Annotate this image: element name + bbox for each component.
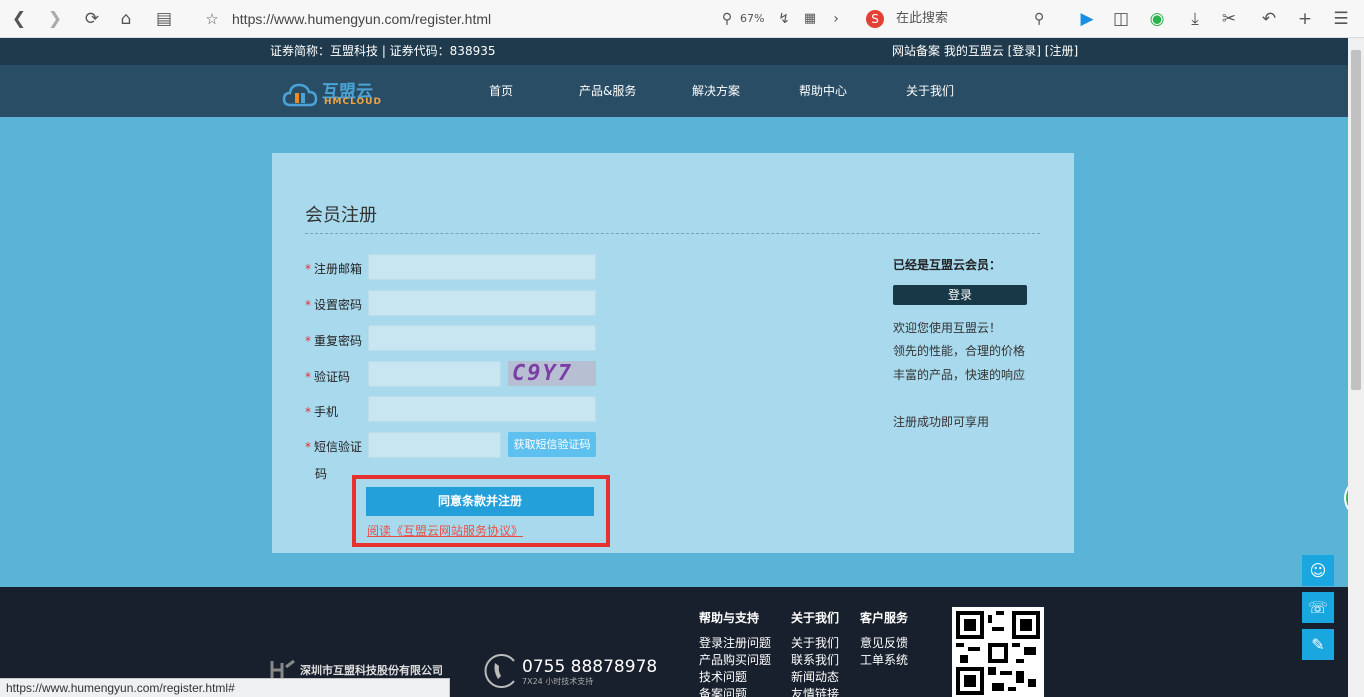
performance-text: 领先的性能，合理的价格: [893, 344, 1026, 358]
reload-icon[interactable]: ⟳: [80, 0, 104, 38]
home-icon[interactable]: ⌂: [114, 0, 138, 38]
required-mark: *: [305, 298, 311, 312]
hmcloud-logo[interactable]: 互盟云 HMCLOUD: [282, 75, 402, 111]
nav-item-products[interactable]: 产品&服务: [579, 65, 636, 117]
required-mark: *: [305, 405, 311, 419]
nav-item-about[interactable]: 关于我们: [906, 65, 954, 117]
password-label: * 设置密码: [305, 296, 362, 313]
nav-item-solutions[interactable]: 解决方案: [692, 65, 740, 117]
search-engine-icon[interactable]: S: [866, 10, 884, 28]
sms-code-field[interactable]: [368, 432, 501, 458]
required-mark: *: [305, 262, 311, 276]
captcha-field[interactable]: [368, 361, 501, 387]
zoom-level[interactable]: 67%: [740, 0, 764, 38]
footer-heading-help: 帮助与支持: [699, 611, 760, 625]
wechat-icon[interactable]: ◉: [1146, 0, 1168, 38]
login-button[interactable]: 登录: [893, 285, 1027, 305]
qr-code: [952, 607, 1044, 697]
forward-icon[interactable]: ❯: [44, 0, 66, 38]
captcha-label: * 验证码: [305, 368, 350, 385]
email-label-text: 注册邮箱: [314, 262, 363, 276]
logo-subtext: HMCLOUD: [324, 97, 382, 107]
success-text: 注册成功即可享用: [893, 415, 990, 429]
qr-icon[interactable]: ▦: [800, 0, 820, 38]
extension-icon[interactable]: ◫: [1110, 0, 1132, 38]
get-sms-code-button[interactable]: 获取短信验证码: [508, 432, 596, 457]
footer-link[interactable]: 登录注册问题: [699, 634, 771, 651]
account-links[interactable]: 网站备案 我的互盟云 [登录] [注册]: [892, 38, 1078, 65]
browser-toolbar: ❮ ❯ ⟳ ⌂ ▤ ☆ https://www.humengyun.com/re…: [0, 0, 1364, 38]
member-title: 已经是互盟云会员：: [893, 258, 1002, 272]
reader-icon[interactable]: ▤: [152, 0, 176, 38]
menu-icon[interactable]: ☰: [1330, 0, 1352, 38]
products-text: 丰富的产品，快速的响应: [893, 368, 1026, 382]
footer-link[interactable]: 备案问题: [699, 685, 747, 697]
required-mark: *: [305, 440, 311, 454]
page-scrollbar[interactable]: [1348, 38, 1364, 697]
search-placeholder: 在此搜索: [896, 11, 949, 26]
headset-icon[interactable]: ☏: [1302, 592, 1334, 623]
captcha-label-text: 验证码: [314, 370, 351, 384]
sms-code-label-wrap: 码: [315, 467, 328, 481]
agree-register-button[interactable]: 同意条款并注册: [366, 487, 594, 516]
status-bar: https://www.humengyun.com/register.html#: [0, 678, 450, 697]
sms-code-label-text: 短信验证: [314, 440, 363, 454]
qr-code-icon: [956, 611, 1040, 695]
sms-code-label: * 短信验证: [305, 438, 362, 455]
download-icon[interactable]: ⤓: [1184, 0, 1206, 38]
footer-link[interactable]: 友情链接: [791, 685, 839, 697]
search-icon[interactable]: ⚲: [1034, 8, 1044, 30]
register-panel: 会员注册 * 注册邮箱 * 设置密码 * 重复密码 * 验证码 C9Y7 * 手机 * 短信…: [272, 153, 1074, 553]
email-field[interactable]: [368, 254, 596, 280]
footer-heading-about: 关于我们: [791, 611, 840, 625]
new-tab-icon[interactable]: +: [1294, 0, 1316, 38]
footer-link[interactable]: 新闻动态: [791, 668, 839, 685]
password-label-text: 设置密码: [314, 298, 363, 312]
email-label: * 注册邮箱: [305, 260, 362, 277]
footer-link[interactable]: 产品购买问题: [699, 651, 771, 668]
captcha-image[interactable]: C9Y7: [508, 361, 596, 386]
footer-link[interactable]: 关于我们: [791, 634, 839, 651]
required-mark: *: [305, 334, 311, 348]
zoom-icon[interactable]: ⚲: [716, 0, 738, 38]
title-divider: [305, 233, 1040, 234]
support-phone: 0755 88878978: [522, 657, 658, 677]
repeat-password-field[interactable]: [368, 325, 596, 351]
nav-item-home[interactable]: 首页: [489, 65, 513, 117]
phone-label-text: 手机: [314, 405, 339, 419]
chevron-right-icon[interactable]: ›: [826, 0, 846, 38]
repeat-password-label: * 重复密码: [305, 332, 362, 349]
welcome-text: 欢迎您使用互盟云！: [893, 321, 1002, 335]
footer-link[interactable]: 技术问题: [699, 668, 747, 685]
main-nav: 互盟云 HMCLOUD 首页 产品&服务 解决方案 帮助中心 关于我们: [0, 65, 1348, 117]
agreement-link[interactable]: 阅读《互盟云网站服务协议》: [367, 522, 523, 539]
support-hours: 7X24 小时技术支持: [522, 677, 594, 686]
bookmark-star-icon[interactable]: ☆: [200, 0, 224, 38]
stock-info: 证券简称：互盟科技 | 证券代码：838935: [270, 44, 496, 58]
lightning-icon[interactable]: ↯: [774, 0, 794, 38]
browser-search-box[interactable]: S 在此搜索 ⚲: [866, 8, 1056, 30]
phone-icon: [484, 654, 515, 688]
scissors-icon[interactable]: ✂: [1218, 0, 1240, 38]
footer-link[interactable]: 意见反馈: [860, 634, 908, 651]
page-title: 会员注册: [305, 205, 377, 226]
phone-label: * 手机: [305, 403, 338, 420]
back-icon[interactable]: ❮: [8, 0, 30, 38]
play-icon[interactable]: ▶: [1076, 0, 1098, 38]
footer-link[interactable]: 工单系统: [860, 651, 908, 668]
nav-item-help[interactable]: 帮助中心: [799, 65, 847, 117]
address-bar[interactable]: https://www.humengyun.com/register.html: [232, 0, 491, 38]
undo-icon[interactable]: ↶: [1254, 0, 1284, 38]
required-mark: *: [305, 370, 311, 384]
footer-heading-service: 客户服务: [860, 611, 909, 625]
footer-link[interactable]: 联系我们: [791, 651, 839, 668]
company-name: 深圳市互盟科技股份有限公司: [300, 664, 443, 677]
phone-field[interactable]: [368, 396, 596, 422]
repeat-password-label-text: 重复密码: [314, 334, 363, 348]
customer-service-icon[interactable]: ☺: [1302, 555, 1334, 586]
scrollbar-thumb[interactable]: [1351, 50, 1361, 390]
password-field[interactable]: [368, 290, 596, 316]
top-info-bar: 证券简称：互盟科技 | 证券代码：838935 网站备案 我的互盟云 [登录] …: [0, 38, 1348, 65]
feedback-icon[interactable]: ✎: [1302, 629, 1334, 660]
